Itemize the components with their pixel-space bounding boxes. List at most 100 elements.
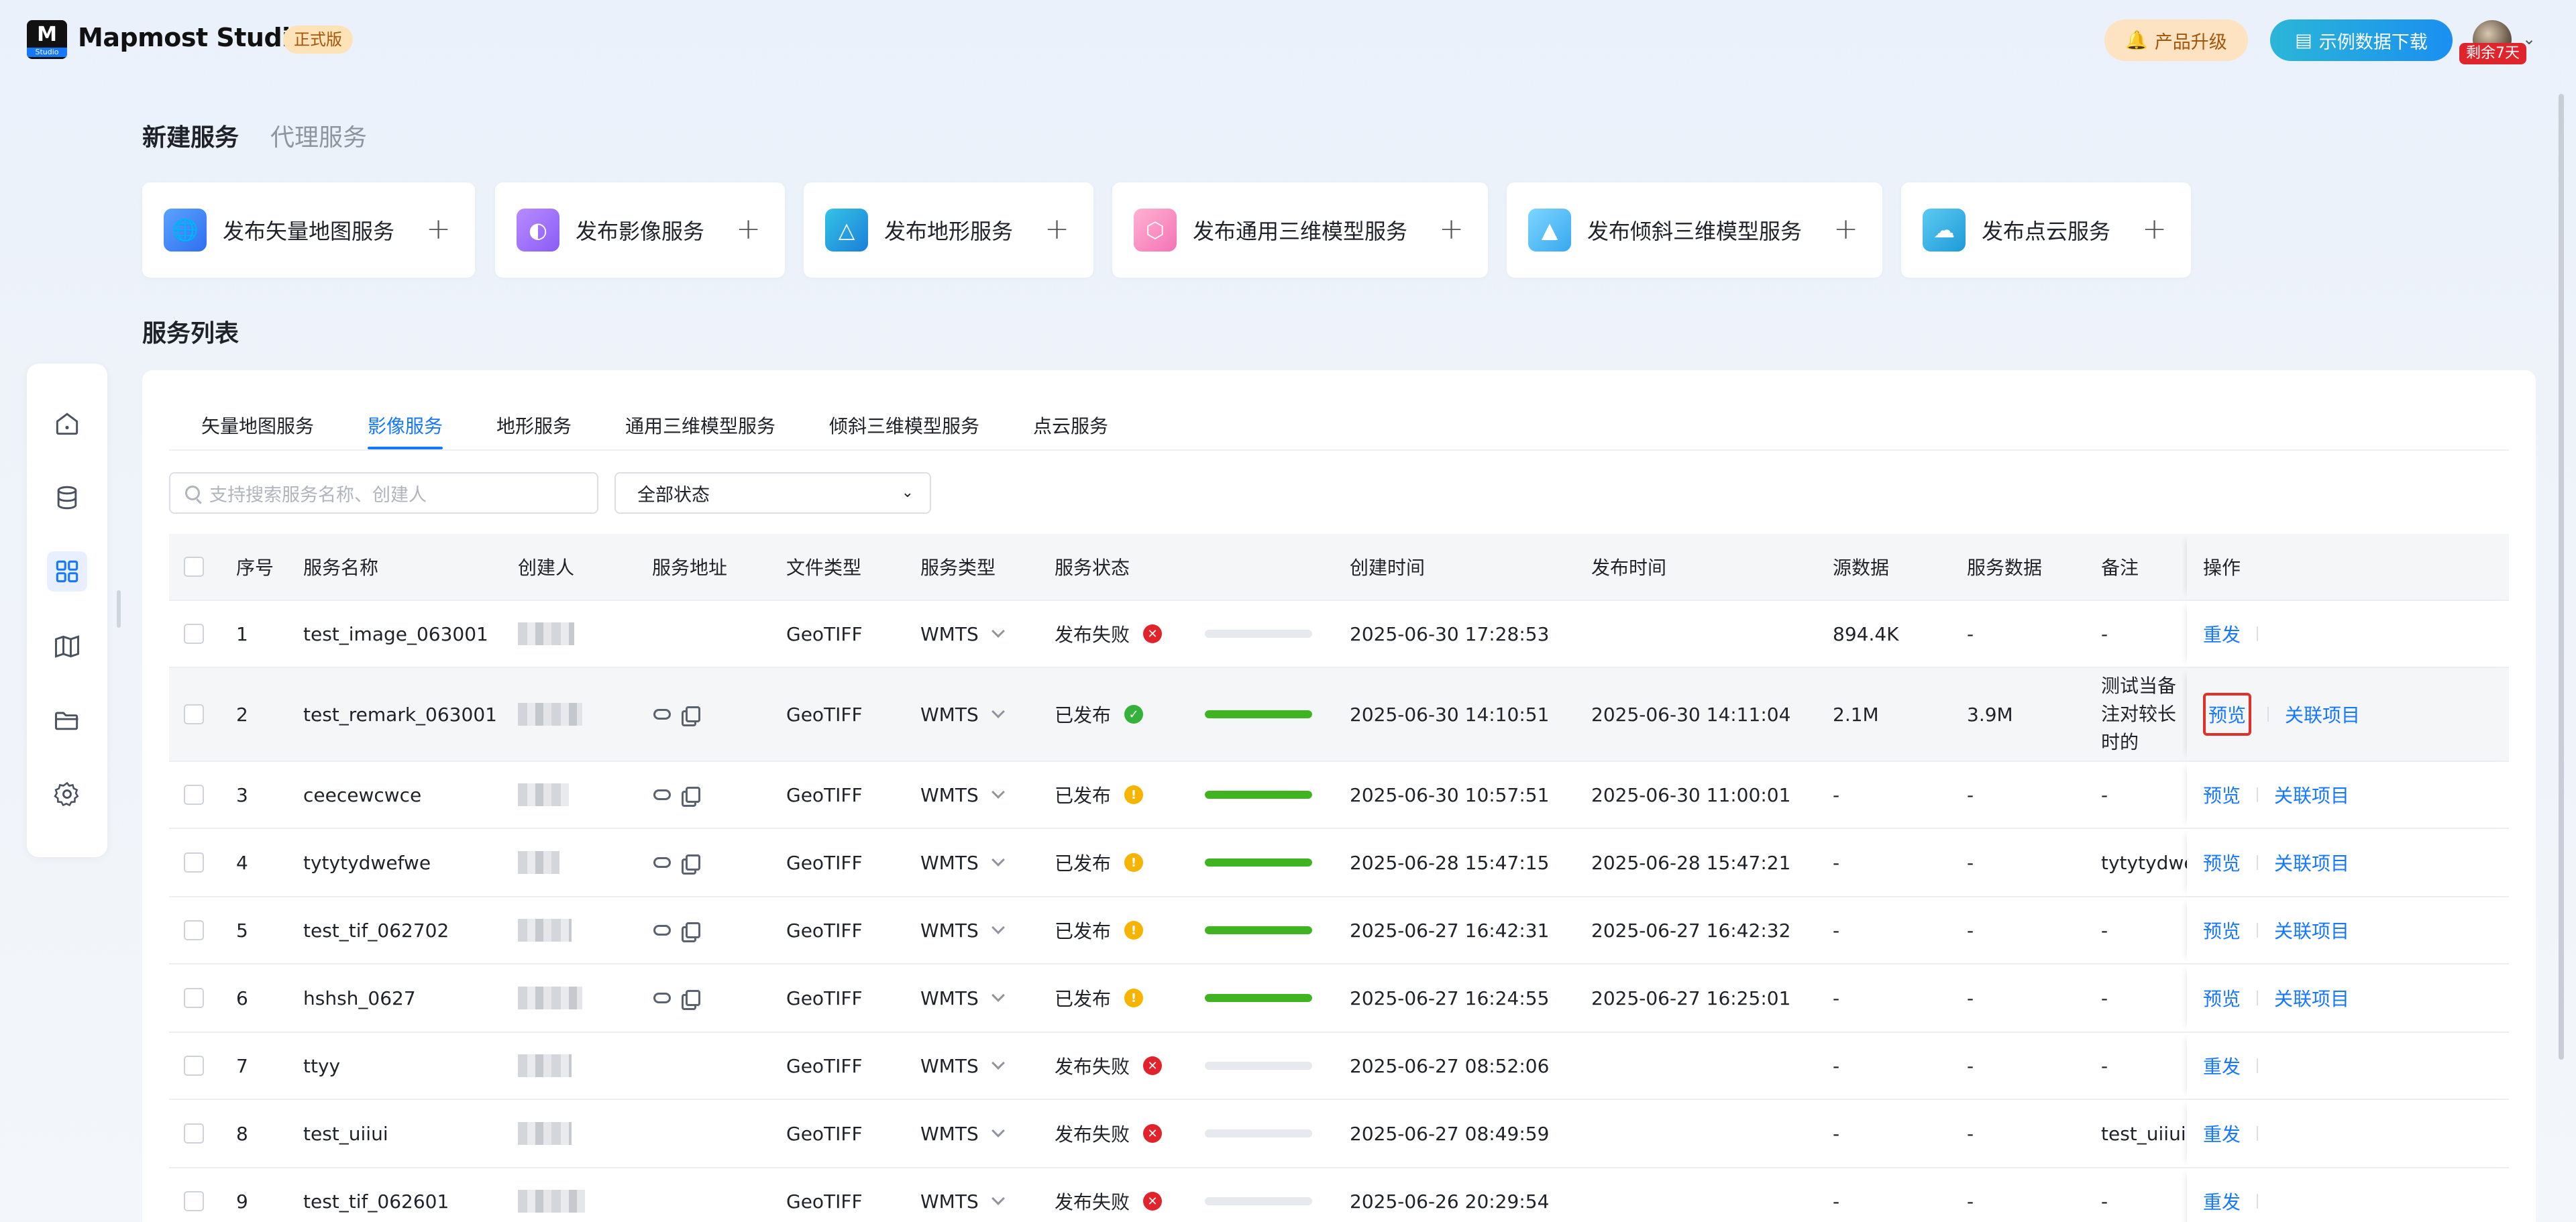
sidebar-item-data[interactable] <box>47 478 87 518</box>
service-name: test_uiiui <box>303 1122 388 1145</box>
tab-terrain[interactable]: 地形服务 <box>496 412 572 439</box>
creator-avatar-blurred <box>518 851 559 874</box>
copy-icon[interactable] <box>686 706 700 722</box>
copy-icon[interactable] <box>686 854 700 871</box>
preview-button[interactable]: 预览 <box>2203 917 2241 944</box>
tab-imagery[interactable]: 影像服务 <box>368 412 443 439</box>
copy-icon[interactable] <box>686 922 700 938</box>
tab-vector-map[interactable]: 矢量地图服务 <box>201 412 314 439</box>
preview-button[interactable]: 预览 <box>2203 781 2241 808</box>
error-icon: ✕ <box>1143 624 1163 643</box>
service-type-dropdown[interactable]: WMTS <box>920 1123 1005 1145</box>
tab-point-cloud[interactable]: 点云服务 <box>1033 412 1108 439</box>
plus-icon[interactable]: + <box>1833 212 1858 246</box>
link-project-button[interactable]: 关联项目 <box>2274 781 2349 808</box>
row-checkbox[interactable] <box>184 920 204 940</box>
plus-icon[interactable]: + <box>426 212 451 246</box>
card-label: 发布地形服务 <box>884 219 1014 244</box>
app-logo[interactable]: M Studio <box>27 20 67 59</box>
card-label: 发布点云服务 <box>1982 219 2111 244</box>
sidebar-item-settings[interactable] <box>47 774 87 814</box>
page-scrollbar[interactable] <box>2559 94 2564 1060</box>
publish-tilt-model-card[interactable]: ▲ 发布倾斜三维模型服务 + <box>1507 182 1882 278</box>
status-text: 已发布 <box>1055 988 1112 1010</box>
copy-icon[interactable] <box>686 787 700 803</box>
chevron-down-icon[interactable]: ⌄ <box>2522 30 2536 48</box>
cloud-icon: ☁ <box>1923 209 1966 252</box>
table-row: 4 tytytydwefwe GeoTIFF WMTS 已发布! 2025-06… <box>169 829 2509 897</box>
publish-vector-card[interactable]: 🌐 发布矢量地图服务 + <box>142 182 475 278</box>
link-project-button[interactable]: 关联项目 <box>2285 701 2360 728</box>
link-icon[interactable] <box>653 993 671 1003</box>
tab-proxy-service[interactable]: 代理服务 <box>270 118 367 153</box>
ops-cell: 重发 <box>2187 1168 2509 1222</box>
republish-button[interactable]: 重发 <box>2203 1052 2241 1079</box>
link-icon[interactable] <box>653 925 671 936</box>
sidebar-item-services[interactable] <box>47 551 87 592</box>
tab-new-service[interactable]: 新建服务 <box>142 118 239 153</box>
service-type-value: WMTS <box>920 1054 979 1077</box>
copy-icon[interactable] <box>686 990 700 1006</box>
publish-imagery-card[interactable]: ◐ 发布影像服务 + <box>495 182 785 278</box>
row-checkbox[interactable] <box>184 1191 204 1211</box>
search-input[interactable]: 支持搜索服务名称、创建人 <box>169 472 598 514</box>
publish-point-cloud-card[interactable]: ☁ 发布点云服务 + <box>1901 182 2191 278</box>
service-type-dropdown[interactable]: WMTS <box>920 1054 1005 1077</box>
service-type-dropdown[interactable]: WMTS <box>920 920 1005 942</box>
table-row: 8 test_uiiui GeoTIFF WMTS 发布失败 ✕ 2025-06-… <box>169 1100 2509 1168</box>
service-type-dropdown[interactable]: WMTS <box>920 623 1005 645</box>
link-icon[interactable] <box>653 709 671 720</box>
republish-button[interactable]: 重发 <box>2203 620 2241 647</box>
select-all-checkbox[interactable] <box>184 557 204 577</box>
status-filter-select[interactable]: 全部状态 ⌄ <box>614 472 931 514</box>
creator-avatar-blurred <box>518 1190 585 1213</box>
col-service-type: 服务类型 <box>920 557 996 579</box>
service-type-dropdown[interactable]: WMTS <box>920 987 1005 1009</box>
plus-icon[interactable]: + <box>1439 212 1464 246</box>
link-project-button[interactable]: 关联项目 <box>2274 917 2349 944</box>
table-body: 1 test_image_063001 GeoTIFF WMTS 发布失败 ✕ 2… <box>169 601 2509 1222</box>
plus-icon[interactable]: + <box>1044 212 1069 246</box>
sidebar-item-folder[interactable] <box>47 700 87 740</box>
source-data: - <box>1833 851 1840 874</box>
row-index: 9 <box>236 1190 248 1213</box>
sidebar-collapse-handle[interactable] <box>117 590 121 628</box>
service-type-dropdown[interactable]: WMTS <box>920 1190 1005 1213</box>
row-checkbox[interactable] <box>184 852 204 873</box>
link-icon[interactable] <box>653 789 671 800</box>
row-checkbox[interactable] <box>184 704 204 724</box>
published-time: 2025-06-30 11:00:01 <box>1591 783 1791 806</box>
sidebar-item-home[interactable] <box>47 404 87 444</box>
plus-icon[interactable]: + <box>2142 212 2167 246</box>
service-type-dropdown[interactable]: WMTS <box>920 852 1005 874</box>
tab-tilt-model[interactable]: 倾斜三维模型服务 <box>829 412 979 439</box>
row-checkbox[interactable] <box>184 785 204 805</box>
row-checkbox[interactable] <box>184 988 204 1008</box>
link-project-button[interactable]: 关联项目 <box>2274 849 2349 876</box>
link-icon[interactable] <box>653 857 671 868</box>
service-name: test_image_063001 <box>303 622 488 645</box>
tab-3d-model[interactable]: 通用三维模型服务 <box>625 412 775 439</box>
sample-download-button[interactable]: ▤ 示例数据下载 <box>2270 19 2453 61</box>
service-type-dropdown[interactable]: WMTS <box>920 704 1005 726</box>
table-row: 1 test_image_063001 GeoTIFF WMTS 发布失败 ✕ 2… <box>169 601 2509 668</box>
republish-button[interactable]: 重发 <box>2203 1120 2241 1147</box>
plus-icon[interactable]: + <box>736 212 761 246</box>
row-checkbox[interactable] <box>184 1056 204 1076</box>
service-type-dropdown[interactable]: WMTS <box>920 784 1005 806</box>
publish-3d-model-card[interactable]: ⬡ 发布通用三维模型服务 + <box>1112 182 1488 278</box>
publish-terrain-card[interactable]: △ 发布地形服务 + <box>804 182 1093 278</box>
service-name: hshsh_0627 <box>303 987 416 1009</box>
row-checkbox[interactable] <box>184 624 204 644</box>
upgrade-button[interactable]: 🔔 产品升级 <box>2104 19 2248 61</box>
row-checkbox[interactable] <box>184 1123 204 1144</box>
link-project-button[interactable]: 关联项目 <box>2274 985 2349 1011</box>
col-source-data: 源数据 <box>1833 557 1890 579</box>
preview-button[interactable]: 预览 <box>2208 704 2246 726</box>
preview-button[interactable]: 预览 <box>2203 849 2241 876</box>
remark-text: - <box>2101 987 2108 1009</box>
republish-button[interactable]: 重发 <box>2203 1188 2241 1215</box>
sidebar-item-map[interactable] <box>47 626 87 667</box>
preview-button[interactable]: 预览 <box>2203 985 2241 1011</box>
service-type-value: WMTS <box>920 1190 979 1213</box>
